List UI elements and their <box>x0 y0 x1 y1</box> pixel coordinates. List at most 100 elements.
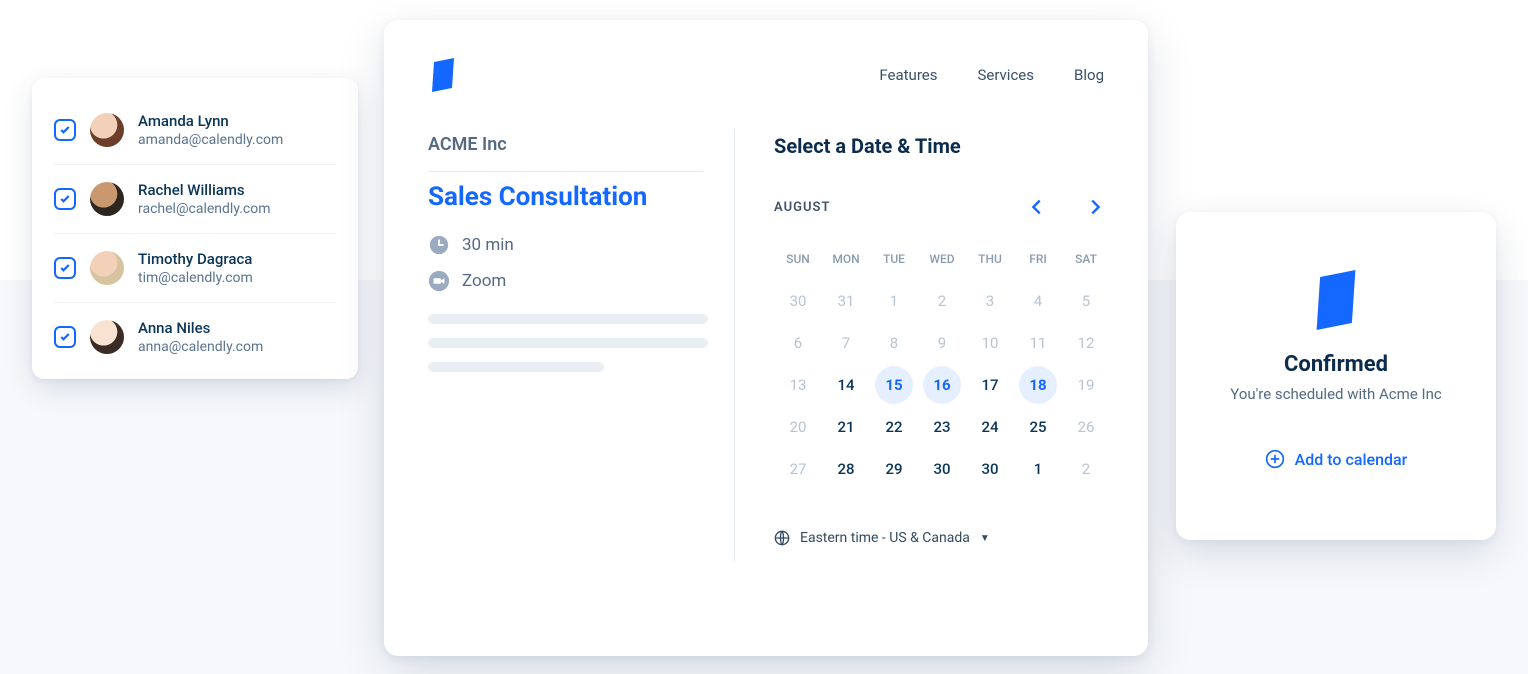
location-row: Zoom <box>428 270 703 292</box>
person-info: Rachel Williams rachel@calendly.com <box>138 181 271 217</box>
calendar-day: 9 <box>923 324 961 362</box>
calendar-day: 5 <box>1067 282 1105 320</box>
calendar-day: 30 <box>779 282 817 320</box>
day-of-week-label: SUN <box>786 252 810 266</box>
people-selection-card: Amanda Lynn amanda@calendly.com Rachel W… <box>32 78 358 379</box>
calendar-day: 4 <box>1019 282 1057 320</box>
calendar-day: 19 <box>1067 366 1105 404</box>
person-name: Rachel Williams <box>138 181 271 199</box>
confirmed-title: Confirmed <box>1284 352 1388 377</box>
chevron-down-icon: ▼ <box>980 533 990 544</box>
person-row: Amanda Lynn amanda@calendly.com <box>54 96 336 165</box>
person-info: Amanda Lynn amanda@calendly.com <box>138 112 283 148</box>
calendar-day: 8 <box>875 324 913 362</box>
person-email: tim@calendly.com <box>138 270 253 286</box>
person-info: Timothy Dagraca tim@calendly.com <box>138 250 253 286</box>
top-nav: Features Services Blog <box>879 66 1104 84</box>
calendar-day[interactable]: 16 <box>923 366 961 404</box>
calendar-day: 2 <box>1067 450 1105 488</box>
checkbox[interactable] <box>54 119 76 141</box>
calendar-day[interactable]: 25 <box>1019 408 1057 446</box>
calendar-day[interactable]: 14 <box>827 366 865 404</box>
day-of-week-label: THU <box>978 252 1002 266</box>
plus-circle-icon <box>1265 449 1285 469</box>
confirmed-subtitle: You're scheduled with Acme Inc <box>1230 385 1441 403</box>
calendar-day: 12 <box>1067 324 1105 362</box>
person-info: Anna Niles anna@calendly.com <box>138 319 263 355</box>
calendar-day[interactable]: 17 <box>971 366 1009 404</box>
calendar-day[interactable]: 15 <box>875 366 913 404</box>
select-date-time-title: Select a Date & Time <box>774 134 1110 158</box>
brand-logo-icon <box>1308 270 1364 330</box>
skeleton-line <box>428 338 708 348</box>
calendar-day[interactable]: 28 <box>827 450 865 488</box>
calendar-day[interactable]: 18 <box>1019 366 1057 404</box>
calendar-day[interactable]: 23 <box>923 408 961 446</box>
confirmation-card: Confirmed You're scheduled with Acme Inc… <box>1176 212 1496 540</box>
org-name: ACME Inc <box>428 134 703 155</box>
timezone-label: Eastern time - US & Canada <box>800 530 970 546</box>
nav-features[interactable]: Features <box>879 66 937 84</box>
day-of-week-label: MON <box>832 252 859 266</box>
calendar-day[interactable]: 22 <box>875 408 913 446</box>
avatar <box>90 320 124 354</box>
person-row: Anna Niles anna@calendly.com <box>54 303 336 371</box>
person-row: Timothy Dagraca tim@calendly.com <box>54 234 336 303</box>
date-time-picker: Select a Date & Time AUGUST SUN MON TUE WED… <box>734 134 1110 622</box>
description-skeleton <box>428 314 703 372</box>
location-text: Zoom <box>462 271 506 291</box>
brand-logo-icon <box>428 58 458 92</box>
avatar <box>90 113 124 147</box>
person-name: Amanda Lynn <box>138 112 283 130</box>
calendar-day[interactable]: 21 <box>827 408 865 446</box>
calendar-day: 31 <box>827 282 865 320</box>
next-month-button[interactable] <box>1084 196 1106 218</box>
calendar-day[interactable]: 1 <box>1019 450 1057 488</box>
person-name: Anna Niles <box>138 319 263 337</box>
booking-body: ACME Inc Sales Consultation 30 min Zoom … <box>428 134 1104 622</box>
prev-month-button[interactable] <box>1026 196 1048 218</box>
duration-text: 30 min <box>462 235 514 255</box>
person-email: amanda@calendly.com <box>138 132 283 148</box>
avatar <box>90 251 124 285</box>
person-row: Rachel Williams rachel@calendly.com <box>54 165 336 234</box>
day-of-week-label: WED <box>929 252 954 266</box>
person-email: anna@calendly.com <box>138 339 263 355</box>
calendar-day: 13 <box>779 366 817 404</box>
add-to-calendar-button[interactable]: Add to calendar <box>1265 449 1408 469</box>
skeleton-line <box>428 314 708 324</box>
event-details: ACME Inc Sales Consultation 30 min Zoom <box>428 134 734 622</box>
month-header: AUGUST <box>774 196 1110 218</box>
calendar-day: 2 <box>923 282 961 320</box>
event-title: Sales Consultation <box>428 182 703 212</box>
calendar-day[interactable]: 29 <box>875 450 913 488</box>
person-name: Timothy Dagraca <box>138 250 253 268</box>
clock-icon <box>428 234 450 256</box>
skeleton-line <box>428 362 604 372</box>
calendar-day[interactable]: 30 <box>923 450 961 488</box>
calendar-day: 27 <box>779 450 817 488</box>
day-of-week-label: FRI <box>1029 252 1047 266</box>
add-to-calendar-label: Add to calendar <box>1295 450 1408 469</box>
timezone-selector[interactable]: Eastern time - US & Canada ▼ <box>774 530 1110 546</box>
calendar-day: 7 <box>827 324 865 362</box>
calendar-day[interactable]: 24 <box>971 408 1009 446</box>
calendar-day: 3 <box>971 282 1009 320</box>
divider <box>428 171 703 172</box>
month-nav <box>1026 196 1106 218</box>
checkbox[interactable] <box>54 257 76 279</box>
month-label: AUGUST <box>774 200 830 215</box>
calendar: SUNMONTUEWEDTHUFRISAT3031123456789101112… <box>774 238 1110 490</box>
globe-icon <box>774 530 790 546</box>
day-of-week-label: TUE <box>883 252 905 266</box>
person-email: rachel@calendly.com <box>138 201 271 217</box>
nav-services[interactable]: Services <box>977 66 1034 84</box>
checkbox[interactable] <box>54 188 76 210</box>
checkbox[interactable] <box>54 326 76 348</box>
duration-row: 30 min <box>428 234 703 256</box>
nav-blog[interactable]: Blog <box>1074 66 1104 84</box>
calendar-day: 11 <box>1019 324 1057 362</box>
calendar-day: 1 <box>875 282 913 320</box>
calendar-day: 6 <box>779 324 817 362</box>
calendar-day[interactable]: 30 <box>971 450 1009 488</box>
